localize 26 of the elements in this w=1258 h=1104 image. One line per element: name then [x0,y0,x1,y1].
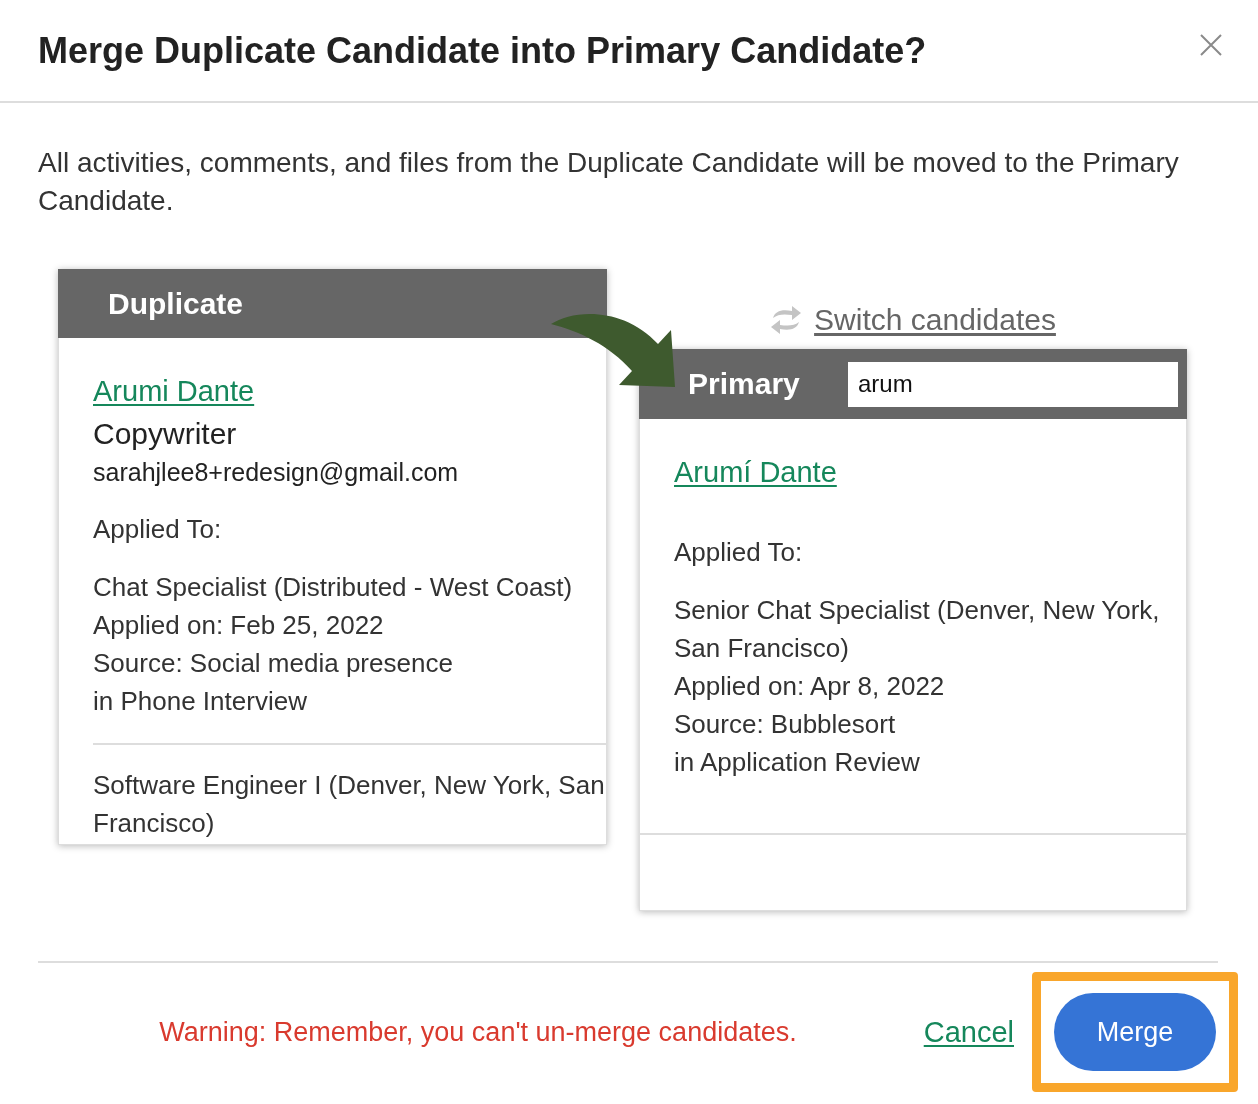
merge-button[interactable]: Merge [1054,993,1216,1071]
description-text: All activities, comments, and files from the Duplicate Candidate will be moved to the Primary Candidate. [38,146,1180,218]
stage-text: in Application Review [674,746,921,779]
close-icon[interactable] [1200,34,1222,56]
card-heading: Duplicate [108,286,244,321]
job-title: Chat Specialist (Distributed - West Coast) [93,571,574,604]
search-field[interactable]: arum [848,361,1178,407]
source-text: Source: Social media presence [93,647,454,680]
candidate-name-link[interactable]: Arumí Dante [674,456,837,488]
candidate-role: Copywriter [93,416,238,452]
applied-to-label: Applied To: [93,513,223,546]
applied-to-label: Applied To: [674,536,804,569]
source-text: Source: Bubblesort [674,708,897,741]
warning-text: Warning: Remember, you can't un-merge candidates. [159,1016,797,1048]
card-heading: Primary [688,367,800,401]
switch-candidates-link[interactable]: Switch candidates [814,303,1056,337]
candidate-name-link[interactable]: Arumi Dante [93,375,255,407]
applied-date: Applied on: Feb 25, 2022 [93,609,385,642]
swap-icon[interactable] [770,305,803,335]
dialog-title: Merge Duplicate Candidate into Primary Candidate? [38,29,927,72]
applied-date: Applied on: Apr 8, 2022 [674,670,946,703]
job-title: Software Engineer I (Denver, New York, San Francisco) [93,769,606,840]
stage-text: in Phone Interview [93,685,308,718]
candidate-email: sarahjlee8+redesign@gmail.com [93,457,460,488]
cancel-link[interactable]: Cancel [923,1015,1014,1049]
job-title: Senior Chat Specialist (Denver, New York, San Francisco) [674,594,1161,665]
